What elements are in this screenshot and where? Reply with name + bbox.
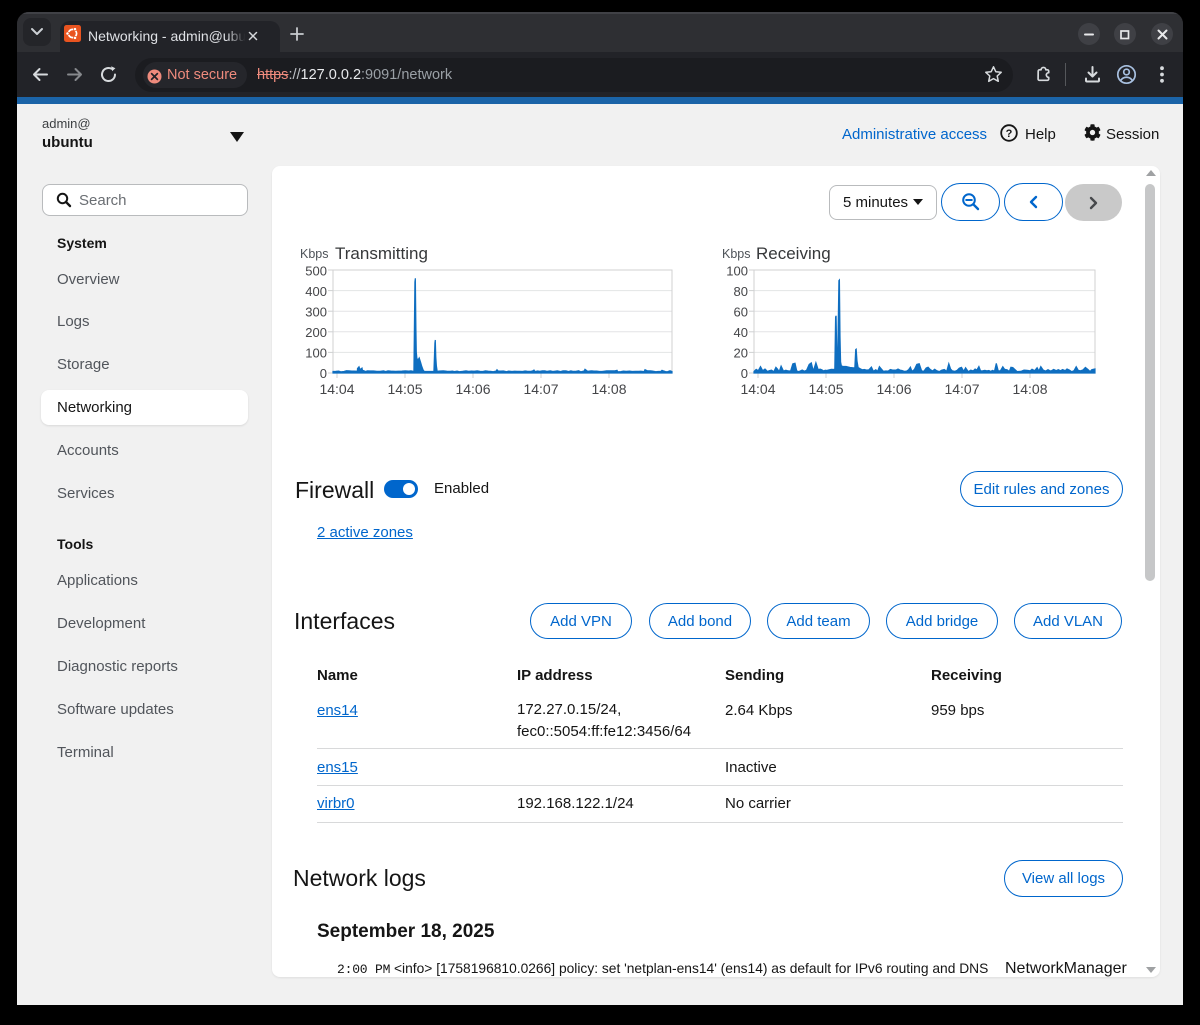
svg-text:14:08: 14:08 [591, 381, 626, 397]
svg-text:300: 300 [305, 305, 327, 320]
svg-text:80: 80 [734, 284, 748, 299]
svg-text:0: 0 [320, 366, 327, 381]
svg-text:200: 200 [305, 325, 327, 340]
svg-text:14:05: 14:05 [387, 381, 422, 397]
svg-text:14:08: 14:08 [1012, 381, 1047, 397]
svg-text:40: 40 [734, 325, 748, 340]
svg-text:?: ? [1006, 128, 1013, 140]
svg-text:60: 60 [734, 305, 748, 320]
svg-text:0: 0 [741, 366, 748, 381]
svg-text:Receiving: Receiving [756, 244, 831, 263]
svg-text:500: 500 [305, 264, 327, 279]
svg-text:14:06: 14:06 [876, 381, 911, 397]
svg-text:14:04: 14:04 [740, 381, 775, 397]
svg-text:100: 100 [726, 264, 748, 279]
svg-text:Transmitting: Transmitting [335, 244, 428, 263]
svg-text:14:06: 14:06 [455, 381, 490, 397]
svg-text:Kbps: Kbps [722, 247, 751, 261]
svg-text:14:07: 14:07 [523, 381, 558, 397]
svg-text:Kbps: Kbps [300, 247, 329, 261]
svg-text:20: 20 [734, 346, 748, 361]
svg-text:14:04: 14:04 [319, 381, 354, 397]
svg-text:14:05: 14:05 [808, 381, 843, 397]
svg-text:14:07: 14:07 [944, 381, 979, 397]
svg-text:400: 400 [305, 284, 327, 299]
svg-text:100: 100 [305, 346, 327, 361]
